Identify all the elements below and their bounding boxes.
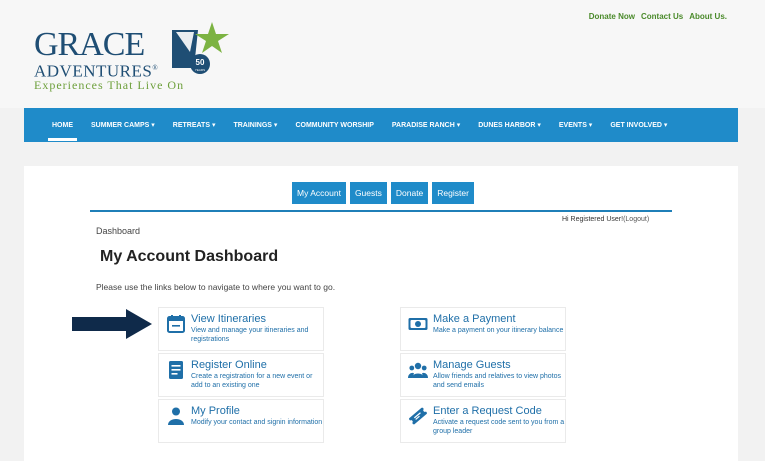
tab-guests[interactable]: Guests [349,182,387,204]
tile-register-online[interactable]: Register Online Create a registration fo… [158,353,324,397]
nav-events[interactable]: EVENTS ▾ [559,121,592,129]
nav-paradise-ranch[interactable]: PARADISE RANCH ▾ [392,121,460,129]
tile-description: Allow friends and relatives to view phot… [433,373,562,389]
ticket-icon [409,407,427,425]
nav-home[interactable]: HOME [48,122,77,141]
site-logo[interactable]: GRACE ADVENTURES® Experiences That Live … [34,22,234,94]
logo-wordmark: GRACE [34,26,145,63]
page: Donate Now Contact Us About Us. GRACE AD… [0,0,765,461]
logo-tagline: Experiences That Live On [34,78,185,92]
badge-text: YEARS [195,68,205,72]
money-icon [408,318,428,330]
logout-link[interactable]: (Logout) [623,216,649,223]
intro-text: Please use the links below to navigate t… [96,282,336,292]
star-badge-icon: 50 YEARS [172,22,229,74]
pointer-arrow-icon [72,309,152,339]
nav-get-involved[interactable]: GET INVOLVED ▾ [610,121,667,129]
tile-description: Create a registration for a new event or… [191,373,313,389]
tab-register[interactable]: Register [432,182,474,204]
tile-description: View and manage your itineraries and reg… [191,327,309,343]
nav-dunes-harbor[interactable]: DUNES HARBOR ▾ [478,121,541,129]
divider [90,210,672,212]
tab-my-account[interactable]: My Account [292,182,346,204]
nav-trainings[interactable]: TRAININGS ▾ [233,121,277,129]
about-us-link[interactable]: About Us. [689,12,727,21]
users-icon [408,362,428,378]
account-tabs: My Account Guests Donate Register [292,182,474,204]
nav-community-worship[interactable]: COMMUNITY WORSHIP [295,122,373,129]
tile-title: View Itineraries [191,313,266,325]
form-icon [169,361,183,379]
calendar-icon [167,315,185,333]
greeting-text: Hi Registered User! [562,216,624,223]
top-links: Donate Now Contact Us About Us. [589,12,727,21]
tile-view-itineraries[interactable]: View Itineraries View and manage your it… [158,307,324,351]
tile-description: Activate a request code sent to you from… [433,419,565,435]
tab-donate[interactable]: Donate [390,182,429,204]
tile-title: Enter a Request Code [433,405,542,417]
logo-subword: ADVENTURES® [34,61,159,81]
donate-now-link[interactable]: Donate Now [589,12,635,21]
tile-title: Register Online [191,359,267,371]
user-greeting: Hi Registered User!(Logout) [562,216,649,223]
badge-number: 50 [196,58,205,67]
main-nav: HOME SUMMER CAMPS ▾ RETREATS ▾ TRAININGS… [24,108,738,142]
tile-my-profile[interactable]: My Profile Modify your contact and signi… [158,399,324,443]
user-icon [168,407,184,425]
tile-title: Make a Payment [433,313,516,325]
breadcrumb: Dashboard [96,226,141,236]
tile-title: Manage Guests [433,359,511,371]
tile-title: My Profile [191,405,240,417]
nav-retreats[interactable]: RETREATS ▾ [173,121,216,129]
tile-enter-request-code[interactable]: Enter a Request Code Activate a request … [400,399,566,443]
tile-description: Modify your contact and signin informati… [191,419,323,426]
site-header: Donate Now Contact Us About Us. GRACE AD… [0,0,765,108]
contact-us-link[interactable]: Contact Us [641,12,683,21]
tile-manage-guests[interactable]: Manage Guests Allow friends and relative… [400,353,566,397]
tile-description: Make a payment on your itinerary balance [433,327,564,334]
page-title: My Account Dashboard [100,248,279,265]
nav-summer-camps[interactable]: SUMMER CAMPS ▾ [91,121,155,129]
tile-make-payment[interactable]: Make a Payment Make a payment on your it… [400,307,566,351]
